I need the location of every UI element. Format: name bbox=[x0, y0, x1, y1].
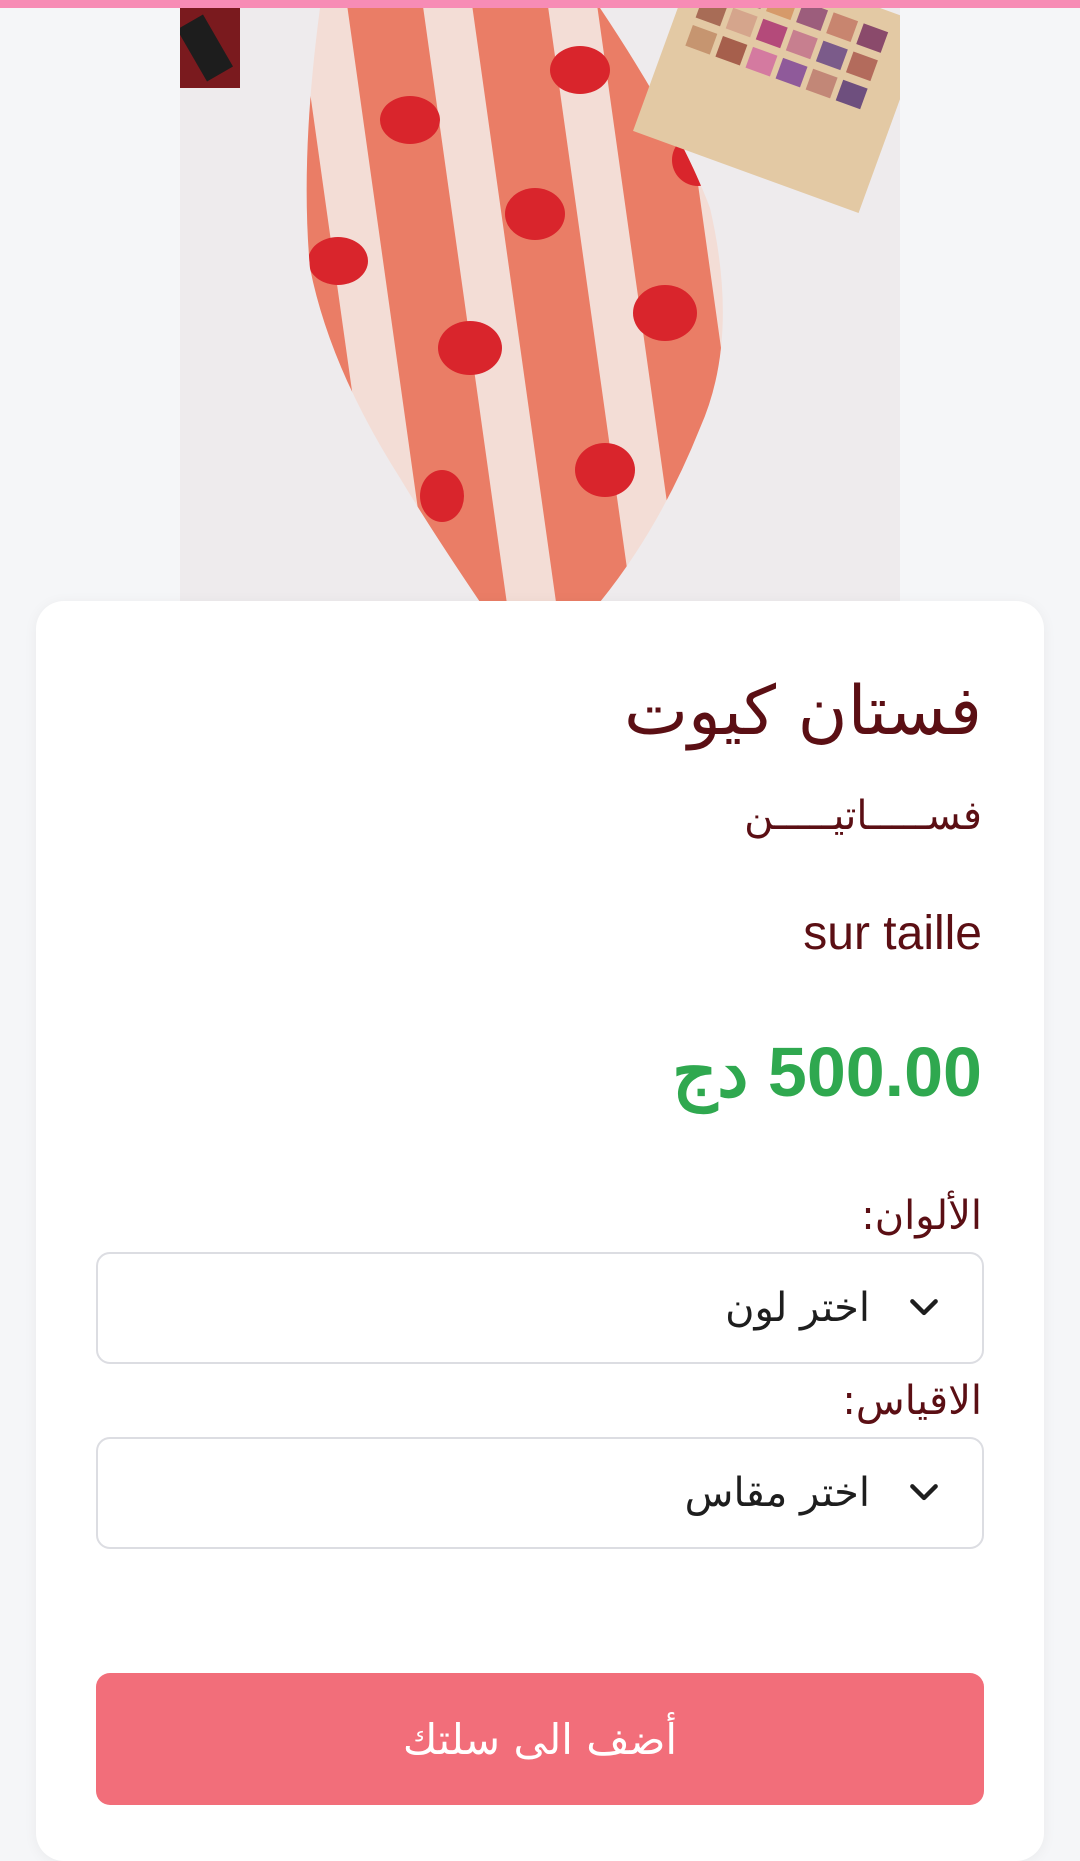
product-title: فستان كيوت bbox=[624, 672, 982, 751]
size-select[interactable]: اختر مقاس bbox=[96, 1437, 984, 1549]
product-category[interactable]: فســـــاتيـــــن bbox=[744, 793, 982, 839]
add-to-cart-button[interactable]: أضف الى سلتك bbox=[96, 1673, 984, 1805]
price-currency: دج bbox=[672, 1033, 749, 1111]
colors-label: الألوان: bbox=[861, 1193, 982, 1239]
product-card: فستان كيوت فســـــاتيـــــن sur taille 5… bbox=[36, 601, 1044, 1861]
sizes-label: الاقياس: bbox=[842, 1378, 982, 1424]
color-select-value: اختر لون bbox=[725, 1285, 870, 1331]
product-image[interactable] bbox=[180, 8, 900, 602]
product-price: 500.00 دج bbox=[672, 1031, 982, 1113]
top-accent-bar bbox=[0, 0, 1080, 8]
chevron-down-icon bbox=[910, 1484, 938, 1501]
product-subtitle: sur taille bbox=[803, 907, 982, 960]
color-select[interactable]: اختر لون bbox=[96, 1252, 984, 1364]
chevron-down-icon bbox=[910, 1299, 938, 1316]
size-select-value: اختر مقاس bbox=[684, 1470, 870, 1516]
price-amount: 500.00 bbox=[767, 1033, 982, 1111]
